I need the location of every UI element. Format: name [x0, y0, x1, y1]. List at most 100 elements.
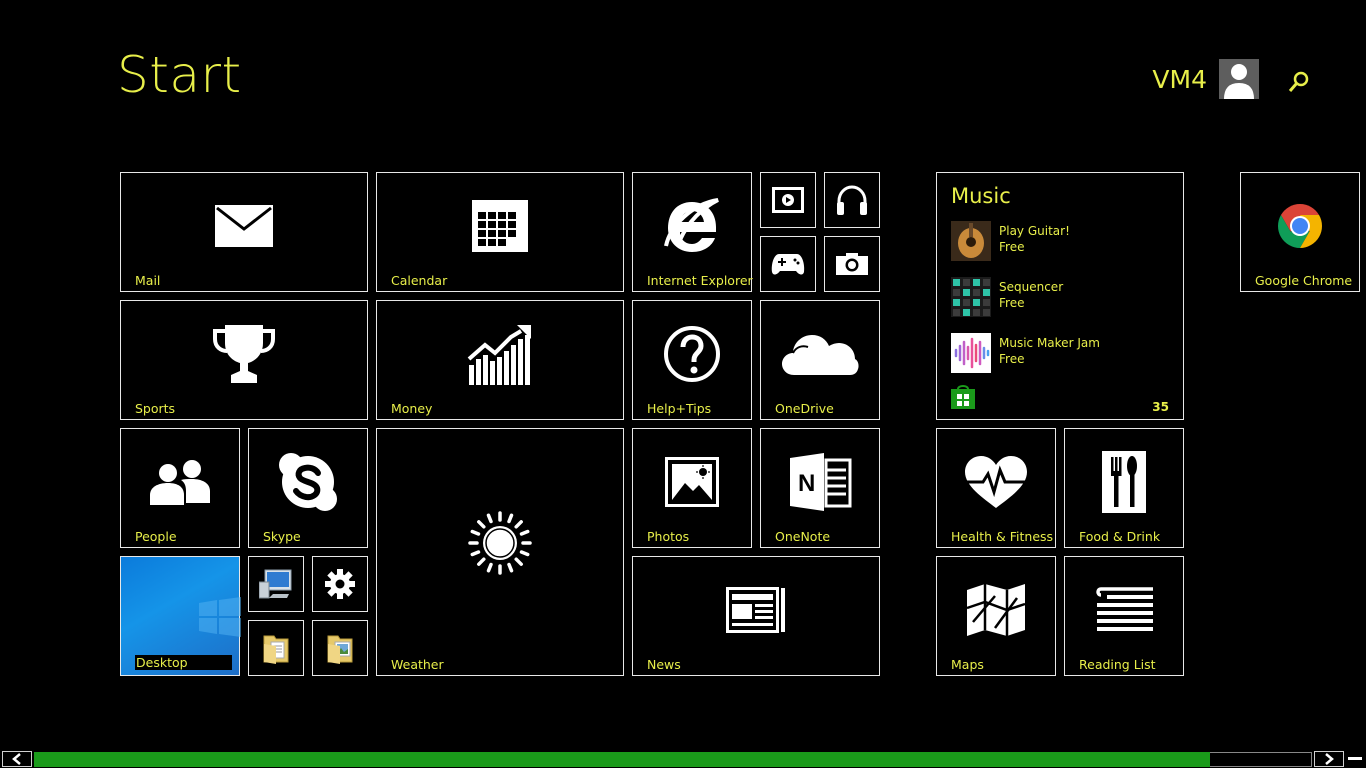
- video-icon: [761, 173, 815, 227]
- folder-pictures-icon: [313, 621, 367, 675]
- music-item: Music Maker Jam Free: [951, 333, 1171, 375]
- tile-news[interactable]: News: [632, 556, 880, 676]
- tile-label: News: [647, 657, 681, 672]
- tile-pictures[interactable]: [312, 620, 368, 676]
- tile-label: Internet Explorer: [647, 273, 753, 288]
- tile-money[interactable]: Money: [376, 300, 624, 420]
- trophy-icon: [121, 301, 367, 407]
- music-item-name: Play Guitar!: [999, 224, 1070, 238]
- music-item-price: Free: [999, 240, 1025, 254]
- tile-onenote[interactable]: N OneNote: [760, 428, 880, 548]
- chevron-right-icon: [1325, 753, 1334, 765]
- tile-health-fitness[interactable]: Health & Fitness: [936, 428, 1056, 548]
- music-item-price: Free: [999, 296, 1025, 310]
- fork-knife-icon: [1065, 429, 1183, 535]
- tile-onedrive[interactable]: OneDrive: [760, 300, 880, 420]
- tile-label: Food & Drink: [1079, 529, 1161, 544]
- tile-mail[interactable]: Mail: [120, 172, 368, 292]
- tile-label: Sports: [135, 401, 176, 416]
- tile-video[interactable]: [760, 172, 816, 228]
- headphones-icon: [825, 173, 879, 227]
- tile-label: Reading List: [1079, 657, 1156, 672]
- tile-documents[interactable]: [248, 620, 304, 676]
- user-name: VM4: [1152, 64, 1207, 94]
- tile-internet-explorer[interactable]: Internet Explorer: [632, 172, 753, 292]
- tile-label: Help+Tips: [647, 401, 712, 416]
- settings-gear-icon: [313, 557, 367, 611]
- this-pc-icon: [249, 557, 303, 611]
- music-item: Play Guitar! Free: [951, 221, 1171, 263]
- tile-camera[interactable]: [824, 236, 880, 292]
- tile-label: Desktop: [135, 655, 232, 670]
- music-tile-title: Music: [951, 184, 1011, 208]
- calendar-icon: [377, 173, 623, 279]
- tile-desktop[interactable]: Desktop: [120, 556, 241, 676]
- help-question-icon: [633, 301, 751, 407]
- tile-label: Maps: [951, 657, 984, 672]
- photos-icon: [633, 429, 751, 535]
- onenote-icon: N: [761, 429, 879, 535]
- tile-label: Money: [391, 401, 433, 416]
- tile-people[interactable]: People: [120, 428, 240, 548]
- tile-label: Google Chrome: [1255, 273, 1353, 288]
- tile-label: Weather: [391, 657, 444, 672]
- tile-food-drink[interactable]: Food & Drink: [1064, 428, 1184, 548]
- scroll-right-button[interactable]: [1314, 751, 1344, 767]
- sequencer-app-icon: [951, 277, 991, 317]
- store-icon: [951, 385, 975, 413]
- chevron-left-icon: [12, 753, 21, 765]
- tile-weather[interactable]: Weather: [376, 428, 624, 676]
- tile-this-pc[interactable]: [248, 556, 304, 612]
- svg-text:N: N: [798, 470, 815, 497]
- people-icon: [121, 429, 239, 535]
- music-item-name: Sequencer: [999, 280, 1064, 294]
- tile-help-tips[interactable]: Help+Tips: [632, 300, 752, 420]
- folder-documents-icon: [249, 621, 303, 675]
- heart-pulse-icon: [937, 429, 1055, 535]
- tile-calendar[interactable]: Calendar: [376, 172, 624, 292]
- tile-label: OneNote: [775, 529, 831, 544]
- user-account[interactable]: VM4: [1152, 59, 1259, 99]
- tile-settings[interactable]: [312, 556, 368, 612]
- tile-label: Health & Fitness: [951, 529, 1054, 544]
- page-title: Start: [117, 46, 242, 104]
- news-icon: [633, 557, 879, 663]
- tile-google-chrome[interactable]: Google Chrome: [1240, 172, 1360, 292]
- tile-sports[interactable]: Sports: [120, 300, 368, 420]
- user-avatar-icon: [1219, 59, 1259, 99]
- tile-label: OneDrive: [775, 401, 834, 416]
- gamepad-icon: [761, 237, 815, 291]
- tile-label: Photos: [647, 529, 690, 544]
- tile-maps[interactable]: Maps: [936, 556, 1056, 676]
- tile-reading-list[interactable]: Reading List: [1064, 556, 1184, 676]
- scroll-thumb[interactable]: [34, 752, 1210, 767]
- mail-icon: [121, 173, 367, 279]
- camera-icon: [825, 237, 879, 291]
- search-icon[interactable]: [1288, 71, 1310, 93]
- money-chart-icon: [377, 301, 623, 407]
- tile-label: People: [135, 529, 177, 544]
- tile-music-player[interactable]: [824, 172, 880, 228]
- windows-logo-icon: [199, 597, 241, 641]
- chrome-icon: [1241, 173, 1359, 279]
- skype-icon: [249, 429, 367, 535]
- minus-icon: [1348, 757, 1362, 760]
- tile-music[interactable]: Music Play Guitar! Free Sequencer Free M…: [936, 172, 1184, 420]
- music-update-count: 35: [1152, 400, 1169, 414]
- horizontal-scrollbar[interactable]: [0, 750, 1366, 768]
- tile-label: Mail: [135, 273, 161, 288]
- cloud-icon: [761, 301, 879, 407]
- guitar-app-icon: [951, 221, 991, 261]
- map-icon: [937, 557, 1055, 663]
- tile-games[interactable]: [760, 236, 816, 292]
- music-item-price: Free: [999, 352, 1025, 366]
- music-item-name: Music Maker Jam: [999, 336, 1100, 350]
- tile-photos[interactable]: Photos: [632, 428, 752, 548]
- scroll-left-button[interactable]: [2, 751, 32, 767]
- music-item: Sequencer Free: [951, 277, 1171, 319]
- tile-label: Skype: [263, 529, 301, 544]
- sun-icon: [377, 429, 623, 657]
- tile-skype[interactable]: Skype: [248, 428, 368, 548]
- internet-explorer-icon: [633, 173, 751, 279]
- zoom-out-button[interactable]: [1346, 752, 1364, 766]
